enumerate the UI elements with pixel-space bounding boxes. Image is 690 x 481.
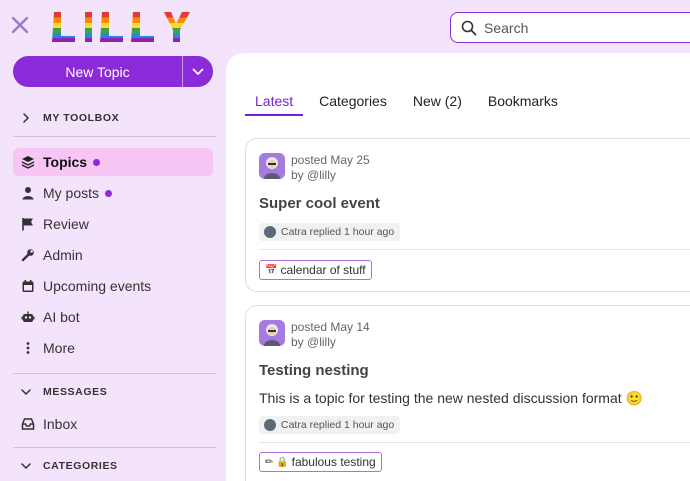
card-divider — [259, 249, 690, 250]
calendar-icon — [20, 279, 35, 294]
avatar[interactable] — [259, 153, 285, 179]
topic-card[interactable]: posted May 14 by @lilly Testing nesting … — [245, 305, 690, 481]
card-divider — [259, 442, 690, 443]
topic-title[interactable]: Testing nesting — [259, 362, 369, 379]
inbox-icon — [20, 417, 35, 432]
topic-title[interactable]: Super cool event — [259, 195, 380, 212]
flag-icon — [20, 217, 35, 232]
unread-dot — [93, 158, 101, 166]
user-icon — [20, 186, 35, 201]
tag-label: calendar of stuff — [280, 263, 366, 277]
sidebar-item-label: More — [43, 340, 75, 356]
posted-date: posted May 14 — [291, 320, 370, 334]
sidebar-item-admin[interactable]: Admin — [13, 241, 213, 269]
close-icon[interactable] — [9, 14, 31, 36]
last-reply-chip[interactable]: Catra replied 1 hour ago — [259, 223, 401, 241]
new-topic-button-group: New Topic — [13, 56, 213, 87]
section-my-toolbox[interactable]: MY TOOLBOX — [0, 100, 226, 136]
new-topic-dropdown[interactable] — [183, 56, 213, 87]
search-input[interactable] — [484, 19, 664, 36]
wrench-icon — [20, 248, 35, 263]
pencil-lock-icon: ✏ 🔒 — [265, 456, 289, 468]
last-reply-text: Catra replied 1 hour ago — [281, 226, 395, 238]
sidebar-item-label: Upcoming events — [43, 278, 152, 294]
search-box[interactable] — [450, 12, 690, 43]
search-icon — [461, 20, 477, 35]
avatar — [264, 419, 276, 431]
tag-label: fabulous testing — [291, 455, 376, 469]
topic-meta: posted May 14 by @lilly — [259, 320, 370, 350]
avatar — [264, 226, 276, 238]
vertical-dots-icon — [20, 341, 35, 356]
section-label: CATEGORIES — [43, 460, 118, 472]
chevron-down-icon — [21, 463, 31, 470]
sidebar-item-label: Inbox — [43, 416, 78, 432]
section-messages[interactable]: MESSAGES — [0, 374, 226, 410]
topic-tabs: Latest Categories New (2) Bookmarks — [245, 93, 574, 116]
category-tag[interactable]: ✏ 🔒 fabulous testing — [259, 452, 382, 472]
sidebar-item-more[interactable]: More — [13, 334, 213, 362]
sidebar-item-label: AI bot — [43, 309, 80, 325]
topic-card[interactable]: posted May 25 by @lilly Super cool event… — [245, 138, 690, 292]
tab-latest[interactable]: Latest — [245, 93, 304, 116]
posted-by[interactable]: by @lilly — [291, 335, 370, 350]
section-label: MESSAGES — [43, 386, 108, 398]
topic-excerpt: This is a topic for testing the new nest… — [259, 390, 643, 406]
last-reply-chip[interactable]: Catra replied 1 hour ago — [259, 416, 401, 434]
sidebar-item-label: Admin — [43, 247, 83, 263]
sidebar-item-upcoming-events[interactable]: Upcoming events — [13, 272, 213, 300]
avatar[interactable] — [259, 320, 285, 346]
posted-date: posted May 25 — [291, 153, 370, 167]
new-topic-button[interactable]: New Topic — [13, 56, 183, 87]
tab-categories[interactable]: Categories — [309, 93, 397, 116]
sidebar-item-topics[interactable]: Topics — [13, 148, 213, 176]
sidebar-item-label: Topics — [43, 154, 88, 170]
sidebar-item-label: Review — [43, 216, 89, 232]
sidebar-item-my-posts[interactable]: My posts — [13, 179, 213, 207]
chevron-down-icon — [192, 68, 204, 75]
robot-icon — [20, 310, 35, 325]
calendar-icon: 📅 — [265, 264, 278, 276]
tab-bookmarks[interactable]: Bookmarks — [478, 93, 568, 116]
layers-icon — [20, 155, 35, 170]
sidebar: MY TOOLBOX Topics My posts Review Admin … — [0, 100, 226, 481]
sidebar-item-review[interactable]: Review — [13, 210, 213, 238]
lilly-logo[interactable] — [48, 9, 194, 45]
category-tag[interactable]: 📅 calendar of stuff — [259, 260, 372, 280]
tab-new[interactable]: New (2) — [403, 93, 472, 116]
chevron-right-icon — [23, 113, 30, 123]
topic-meta: posted May 25 by @lilly — [259, 153, 370, 183]
main-panel: Latest Categories New (2) Bookmarks post… — [226, 53, 690, 481]
section-categories[interactable]: CATEGORIES — [0, 448, 226, 481]
section-label: MY TOOLBOX — [43, 112, 120, 124]
unread-dot — [105, 189, 113, 197]
posted-by[interactable]: by @lilly — [291, 168, 370, 183]
chevron-down-icon — [21, 389, 31, 396]
sidebar-item-inbox[interactable]: Inbox — [13, 410, 213, 438]
last-reply-text: Catra replied 1 hour ago — [281, 419, 395, 431]
sidebar-item-ai-bot[interactable]: AI bot — [13, 303, 213, 331]
sidebar-item-label: My posts — [43, 185, 100, 201]
